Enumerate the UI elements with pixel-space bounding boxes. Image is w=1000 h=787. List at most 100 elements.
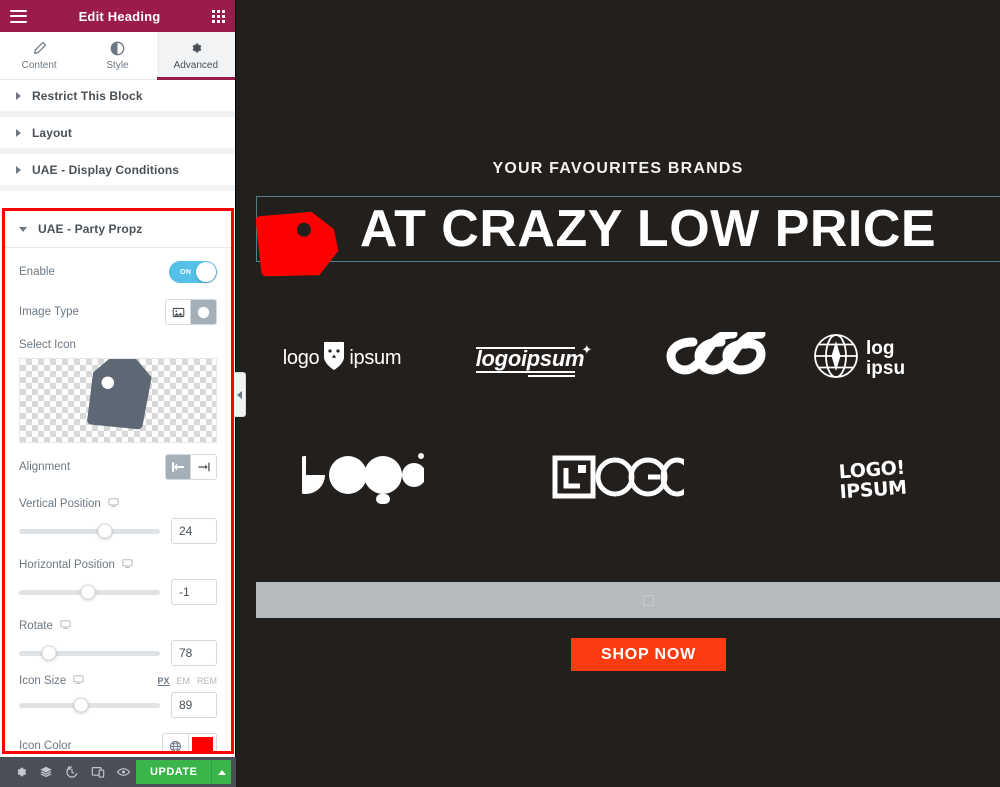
tab-style-label: Style <box>106 59 129 71</box>
grid-apps-icon[interactable] <box>211 9 225 23</box>
slider-thumb[interactable] <box>97 523 113 539</box>
control-icon-color: Icon Color <box>19 730 217 751</box>
settings-gear-icon[interactable] <box>8 757 34 787</box>
image-icon-option[interactable] <box>166 300 191 324</box>
control-label: Horizontal Position <box>19 558 133 572</box>
globe-star-icon <box>812 332 860 385</box>
control-label: Icon Size <box>19 674 84 688</box>
logo-text-right: ipsum <box>349 347 402 369</box>
caret-up-icon <box>217 769 226 775</box>
section-uae-display-conditions[interactable]: UAE - Display Conditions <box>0 154 235 191</box>
empty-widget-icon <box>642 594 654 606</box>
desktop-icon[interactable] <box>108 497 119 511</box>
triple-loop-icon <box>663 329 773 385</box>
logo-ipsum-globe: log ipsu <box>812 332 1000 385</box>
section-restrict-this-block[interactable]: Restrict This Block <box>0 80 235 117</box>
desktop-icon[interactable] <box>122 558 133 572</box>
tab-content-label: Content <box>21 59 57 71</box>
chevron-right-icon <box>16 128 21 137</box>
align-left-icon <box>171 461 185 473</box>
image-type-choices <box>165 299 217 325</box>
globe-icon[interactable] <box>163 733 189 751</box>
section-uae-party-propz[interactable]: UAE - Party Propz <box>5 211 231 248</box>
sparkle-icon: ✦ <box>581 341 593 357</box>
logo-text: logoipsum <box>475 345 585 371</box>
icon-size-units: PX EM REM <box>157 676 217 686</box>
tab-content[interactable]: Content <box>0 32 79 79</box>
bear-shield-icon <box>321 341 347 376</box>
panel-collapse-handle[interactable] <box>234 372 246 417</box>
price-tag-icon <box>236 189 345 298</box>
empty-section-placeholder[interactable] <box>256 582 1000 618</box>
section-layout[interactable]: Layout <box>0 117 235 154</box>
unit-rem[interactable]: REM <box>197 676 217 686</box>
icon-size-slider[interactable] <box>19 697 160 713</box>
update-button[interactable]: UPDATE <box>136 760 212 784</box>
horizontal-position-slider[interactable] <box>19 584 160 600</box>
control-image-type: Image Type <box>19 296 217 328</box>
elementor-editor: Edit Heading Content Style Advanced Rest… <box>0 0 1000 787</box>
gear-icon <box>189 41 203 56</box>
unit-em[interactable]: EM <box>177 676 191 686</box>
panel-footer: UPDATE <box>0 757 236 787</box>
align-right-icon <box>197 461 211 473</box>
heading-widget[interactable]: AT CRAZY LOW PRICE <box>256 196 1000 262</box>
logo-text-left: log <box>866 338 895 360</box>
logoipsum-underline: logoipsum ✦ <box>436 342 624 377</box>
shop-now-button[interactable]: SHOP NOW <box>571 638 726 671</box>
rotate-slider[interactable] <box>19 645 160 661</box>
unit-px[interactable]: PX <box>157 676 169 686</box>
control-label: Enable <box>19 266 55 278</box>
icon-type-option[interactable] <box>191 300 216 324</box>
logo-row-1: logo ipsum logoipsum ✦ log ipsu <box>236 329 1000 385</box>
vertical-position-slider[interactable] <box>19 523 160 539</box>
tab-style[interactable]: Style <box>78 32 157 79</box>
editor-panel: Edit Heading Content Style Advanced Rest… <box>0 0 246 787</box>
page-title: Edit Heading <box>78 8 161 24</box>
layers-navigator-icon[interactable] <box>34 757 60 787</box>
align-right-option[interactable] <box>191 455 216 479</box>
tab-advanced-label: Advanced <box>173 59 219 71</box>
panel-tabs: Content Style Advanced <box>0 32 236 80</box>
desktop-icon[interactable] <box>73 674 84 688</box>
control-icon-size: 89 <box>19 692 217 718</box>
control-rotate: 78 <box>19 640 217 666</box>
control-label: Icon Color <box>19 740 72 751</box>
icon-size-input[interactable]: 89 <box>171 692 217 718</box>
logo-infinity-chain <box>624 329 812 385</box>
tab-advanced[interactable]: Advanced <box>156 32 236 80</box>
align-left-option[interactable] <box>166 455 191 479</box>
control-label: Alignment <box>19 461 71 473</box>
control-icon-size-header: Icon Size PX EM REM <box>19 674 217 688</box>
eye-preview-icon[interactable] <box>110 757 136 787</box>
color-fill <box>192 736 213 751</box>
control-label: Image Type <box>19 306 79 318</box>
toggle-knob <box>196 262 216 282</box>
logo-square-letters <box>491 455 746 506</box>
preview-canvas: YOUR FAVOURITES BRANDS AT CRAZY LOW PRIC… <box>236 0 1000 787</box>
vertical-position-input[interactable]: 24 <box>171 518 217 544</box>
slider-thumb[interactable] <box>73 697 89 713</box>
icon-color-swatch[interactable] <box>189 733 216 751</box>
section-label: UAE - Display Conditions <box>32 162 180 177</box>
contrast-half-circle-icon <box>110 41 125 56</box>
update-options-button[interactable] <box>211 760 232 784</box>
horizontal-position-input[interactable]: -1 <box>171 579 217 605</box>
image-icon <box>172 306 185 319</box>
section-label: UAE - Party Propz <box>38 222 143 236</box>
enable-toggle[interactable]: ON <box>169 261 217 283</box>
control-rotate-header: Rotate <box>19 616 217 636</box>
info-circle-icon <box>197 306 210 319</box>
control-horizontal-position-header: Horizontal Position <box>19 555 217 575</box>
chevron-right-icon <box>16 91 21 100</box>
rotate-input[interactable]: 78 <box>171 640 217 666</box>
icon-preview[interactable] <box>19 346 217 443</box>
desktop-icon[interactable] <box>60 619 71 633</box>
pencil-icon <box>32 41 47 56</box>
hamburger-icon[interactable] <box>10 9 27 23</box>
slider-thumb[interactable] <box>41 645 57 661</box>
responsive-preview-icon[interactable] <box>85 757 111 787</box>
logo-text-left: logo <box>282 347 320 369</box>
history-clock-icon[interactable] <box>59 757 85 787</box>
slider-thumb[interactable] <box>80 584 96 600</box>
